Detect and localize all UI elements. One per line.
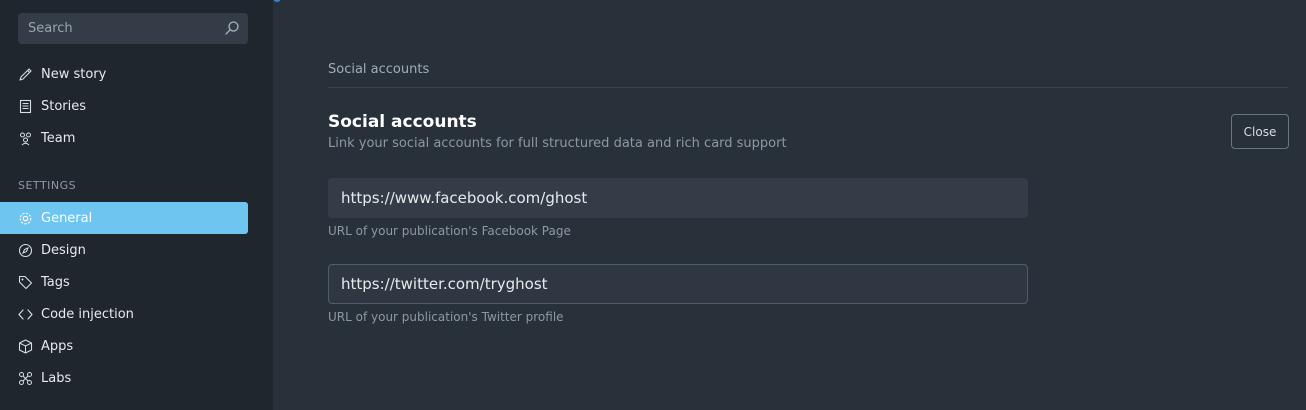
page-subtitle: Link your social accounts for full struc… [328,136,787,151]
close-button[interactable]: Close [1231,114,1289,149]
labs-icon [18,371,33,386]
document-icon [18,99,33,114]
page-title: Social accounts [328,112,477,132]
nav-item-label: General [41,210,93,226]
nav-item-code-injection[interactable]: Code injection [0,298,248,330]
code-icon [18,307,33,322]
nav-item-label: Labs [41,370,72,386]
nav-item-label: Design [41,242,86,258]
twitter-help-text: URL of your publication's Twitter profil… [328,310,564,324]
pencil-icon [18,67,33,82]
sidebar: New story Stories [0,0,273,410]
nav-item-label: Code injection [41,306,134,322]
app: New story Stories [0,0,1306,410]
nav-item-labs[interactable]: Labs [0,362,248,394]
status-dot [273,0,281,2]
compass-icon [18,243,33,258]
nav-item-label: Tags [41,274,70,290]
main-content: Social accounts Social accounts Link you… [273,0,1306,410]
nav-item-design[interactable]: Design [0,234,248,266]
search-box [18,13,248,44]
facebook-url-input[interactable] [328,178,1028,218]
gear-icon [18,211,33,226]
team-icon [18,131,33,146]
nav-item-label: Stories [41,98,87,114]
nav-item-label: New story [41,66,107,82]
nav-item-tags[interactable]: Tags [0,266,248,298]
nav-item-team[interactable]: Team [0,122,248,154]
tag-icon [18,275,33,290]
search-input[interactable] [18,13,248,44]
nav-item-stories[interactable]: Stories [0,90,248,122]
divider [328,87,1288,88]
nav-item-label: Team [41,130,76,146]
nav-item-label: Apps [41,338,74,354]
facebook-help-text: URL of your publication's Facebook Page [328,224,571,238]
search-icon[interactable] [224,20,240,36]
breadcrumb: Social accounts [328,62,430,77]
nav-item-apps[interactable]: Apps [0,330,248,362]
section-label-settings: SETTINGS [18,179,77,192]
box-icon [18,338,33,354]
twitter-url-input[interactable] [328,264,1028,304]
nav-item-general[interactable]: General [0,202,248,234]
nav-item-new-story[interactable]: New story [0,58,248,90]
